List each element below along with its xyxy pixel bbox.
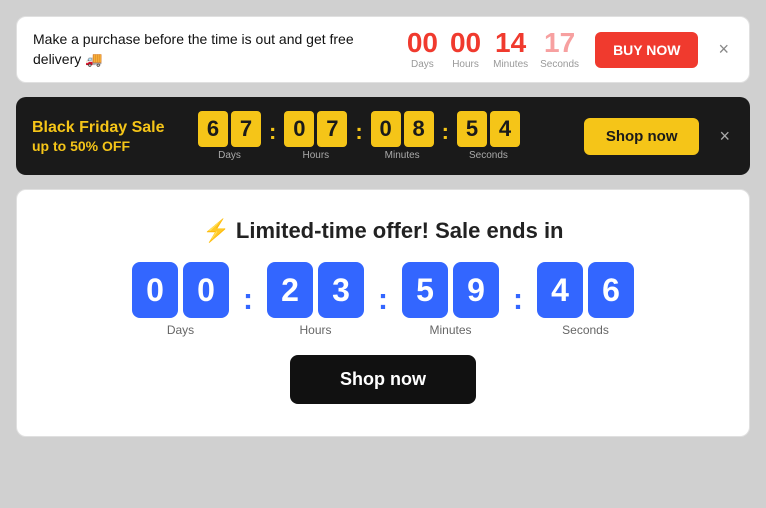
- lt-seconds-d2: 6: [588, 262, 634, 318]
- bf-seconds-d1: 5: [457, 111, 487, 147]
- lt-hours-digits: 2 3: [267, 262, 364, 318]
- bf-sep1: :: [269, 119, 276, 161]
- b1-seconds-unit: 17 Seconds: [540, 29, 579, 70]
- bf-minutes-label: Minutes: [385, 150, 420, 161]
- lt-seconds-label: Seconds: [562, 323, 609, 337]
- lt-hours-label: Hours: [299, 323, 331, 337]
- lt-title: Limited-time offer! Sale ends in: [236, 218, 564, 244]
- lt-sep1: :: [243, 283, 253, 337]
- lt-hours-d2: 3: [318, 262, 364, 318]
- lt-countdown: 0 0 Days : 2 3 Hours : 5 9 Minutes : 4 6: [132, 262, 634, 337]
- bf-hours-digits: 0 7: [284, 111, 347, 147]
- black-friday-banner: Black Friday Sale up to 50% OFF 6 7 Days…: [16, 97, 750, 175]
- bf-subtitle: up to 50% OFF: [32, 138, 182, 154]
- b1-days-value: 00: [407, 29, 438, 57]
- lt-days-d1: 0: [132, 262, 178, 318]
- bf-minutes-digits: 0 8: [371, 111, 434, 147]
- bf-days-d1: 6: [198, 111, 228, 147]
- bf-title: Black Friday Sale: [32, 118, 182, 138]
- bf-seconds-unit: 5 4 Seconds: [457, 111, 520, 161]
- banner1-close-button[interactable]: ×: [714, 35, 733, 64]
- lt-hours-unit: 2 3 Hours: [267, 262, 364, 337]
- limited-time-banner: ⚡ Limited-time offer! Sale ends in 0 0 D…: [16, 189, 750, 437]
- lt-minutes-unit: 5 9 Minutes: [402, 262, 499, 337]
- bf-seconds-digits: 5 4: [457, 111, 520, 147]
- b1-seconds-value: 17: [544, 29, 575, 57]
- lt-icon: ⚡: [202, 218, 229, 244]
- lt-days-digits: 0 0: [132, 262, 229, 318]
- lt-days-unit: 0 0 Days: [132, 262, 229, 337]
- bf-text-group: Black Friday Sale up to 50% OFF: [32, 118, 182, 154]
- lt-seconds-digits: 4 6: [537, 262, 634, 318]
- bf-shop-now-button[interactable]: Shop now: [584, 118, 700, 155]
- lt-days-label: Days: [167, 323, 194, 337]
- lt-seconds-unit: 4 6 Seconds: [537, 262, 634, 337]
- bf-seconds-label: Seconds: [469, 150, 508, 161]
- lt-minutes-label: Minutes: [429, 323, 471, 337]
- lt-sep2: :: [378, 283, 388, 337]
- bf-days-unit: 6 7 Days: [198, 111, 261, 161]
- lt-sep3: :: [513, 283, 523, 337]
- banner1-countdown: 00 Days 00 Hours 14 Minutes 17 Seconds: [407, 29, 579, 70]
- bf-hours-unit: 0 7 Hours: [284, 111, 347, 161]
- b1-hours-value: 00: [450, 29, 481, 57]
- lt-days-d2: 0: [183, 262, 229, 318]
- lt-shop-now-button[interactable]: Shop now: [290, 355, 476, 404]
- b1-minutes-value: 14: [495, 29, 526, 57]
- bf-seconds-d2: 4: [490, 111, 520, 147]
- lt-hours-d1: 2: [267, 262, 313, 318]
- bf-close-button[interactable]: ×: [715, 122, 734, 151]
- lt-minutes-d2: 9: [453, 262, 499, 318]
- lt-minutes-digits: 5 9: [402, 262, 499, 318]
- bf-hours-d2: 7: [317, 111, 347, 147]
- b1-minutes-label: Minutes: [493, 59, 528, 70]
- b1-days-unit: 00 Days: [407, 29, 438, 70]
- bf-days-label: Days: [218, 150, 241, 161]
- lt-title-row: ⚡ Limited-time offer! Sale ends in: [202, 218, 563, 244]
- buy-now-button[interactable]: BUY NOW: [595, 32, 698, 68]
- bf-days-d2: 7: [231, 111, 261, 147]
- b1-seconds-label: Seconds: [540, 59, 579, 70]
- lt-minutes-d1: 5: [402, 262, 448, 318]
- lt-seconds-d1: 4: [537, 262, 583, 318]
- b1-hours-label: Hours: [452, 59, 479, 70]
- delivery-text: Make a purchase before the time is out a…: [33, 30, 391, 69]
- bf-hours-d1: 0: [284, 111, 314, 147]
- delivery-banner: Make a purchase before the time is out a…: [16, 16, 750, 83]
- bf-minutes-unit: 0 8 Minutes: [371, 111, 434, 161]
- bf-countdown: 6 7 Days : 0 7 Hours : 0 8 Minutes : 5 4: [198, 111, 520, 161]
- bf-days-digits: 6 7: [198, 111, 261, 147]
- b1-days-label: Days: [411, 59, 434, 70]
- bf-sep3: :: [442, 119, 449, 161]
- bf-minutes-d1: 0: [371, 111, 401, 147]
- bf-hours-label: Hours: [302, 150, 329, 161]
- bf-minutes-d2: 8: [404, 111, 434, 147]
- b1-minutes-unit: 14 Minutes: [493, 29, 528, 70]
- bf-sep2: :: [355, 119, 362, 161]
- b1-hours-unit: 00 Hours: [450, 29, 481, 70]
